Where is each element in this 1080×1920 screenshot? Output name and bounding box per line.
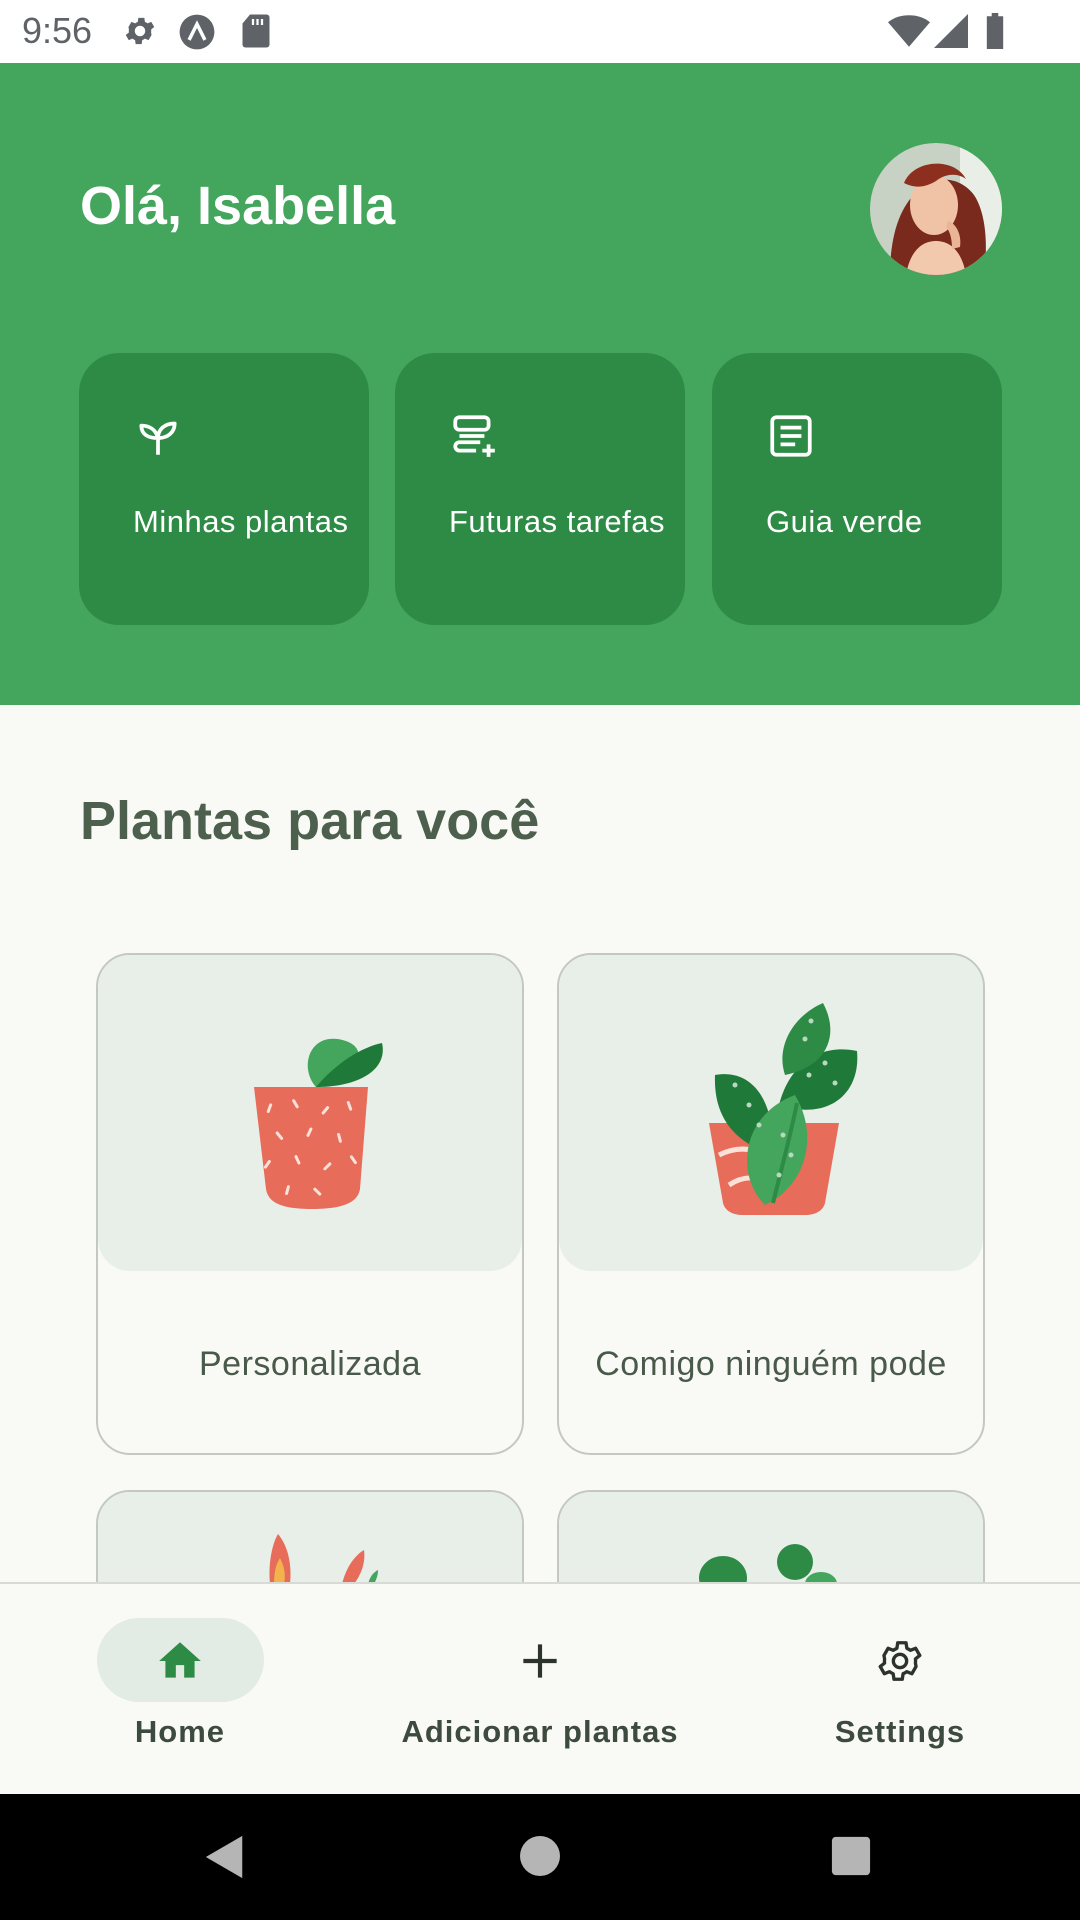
status-bar: 9:56 [0, 0, 1080, 63]
greeting-title: Olá, Isabella [80, 176, 396, 236]
signal-status-icon [934, 14, 968, 48]
quick-card-futuras-tarefas[interactable]: Futuras tarefas [395, 353, 685, 625]
bottom-navigation: Home Adicionar plantas Settings [0, 1582, 1080, 1794]
quick-card-guia-verde[interactable]: Guia verde [712, 353, 1002, 625]
header: Olá, Isabella Minhas plantas Futuras tar… [0, 63, 1080, 705]
android-status-icon [179, 14, 215, 50]
sd-card-status-icon [242, 14, 270, 48]
plant-image [559, 1492, 983, 1582]
potted-plant-illustration [709, 1003, 858, 1215]
plant-grid-next-row [0, 1490, 1080, 1582]
system-navigation-bar [0, 1794, 1080, 1920]
plus-icon [523, 1644, 557, 1678]
quick-card-label: Minhas plantas [133, 504, 349, 539]
plant-image [98, 1492, 522, 1582]
home-circle-icon[interactable] [518, 1834, 562, 1878]
back-icon[interactable] [203, 1834, 247, 1880]
nav-item-adicionar-plantas[interactable]: Adicionar plantas [360, 1584, 720, 1794]
home-icon [159, 1642, 201, 1678]
potted-plant-illustration [254, 1038, 383, 1209]
quick-card-label: Guia verde [766, 504, 923, 539]
add-task-list-icon [453, 415, 495, 457]
plant-card-personalizada[interactable]: Personalizada [96, 953, 524, 1455]
battery-status-icon [986, 13, 1004, 49]
plant-card-partial[interactable] [96, 1490, 524, 1582]
plant-image [559, 955, 983, 1271]
potted-plant-illustration [269, 1534, 378, 1582]
potted-plant-illustration [699, 1544, 837, 1582]
plant-name: Comigo ninguém pode [595, 1345, 947, 1383]
status-time: 9:56 [22, 10, 93, 51]
plant-card-partial[interactable] [557, 1490, 985, 1582]
gear-icon [878, 1641, 922, 1681]
nav-label: Settings [834, 1714, 966, 1749]
section-title: Plantas para você [80, 791, 540, 851]
avatar[interactable] [870, 143, 1002, 275]
nav-item-home[interactable]: Home [0, 1584, 360, 1794]
plant-name: Personalizada [199, 1345, 421, 1383]
nav-item-settings[interactable]: Settings [720, 1584, 1080, 1794]
sprout-icon [139, 421, 177, 455]
article-icon [770, 415, 812, 457]
wifi-status-icon [888, 15, 930, 47]
recents-icon[interactable] [830, 1835, 872, 1877]
settings-status-icon [125, 17, 155, 45]
plant-image [98, 955, 522, 1271]
quick-card-label: Futuras tarefas [449, 504, 665, 539]
avatar-photo [870, 143, 1002, 275]
nav-label: Home [134, 1714, 226, 1749]
quick-card-minhas-plantas[interactable]: Minhas plantas [79, 353, 369, 625]
nav-label: Adicionar plantas [401, 1714, 679, 1749]
plant-card-comigo-ninguem-pode[interactable]: Comigo ninguém pode [557, 953, 985, 1455]
